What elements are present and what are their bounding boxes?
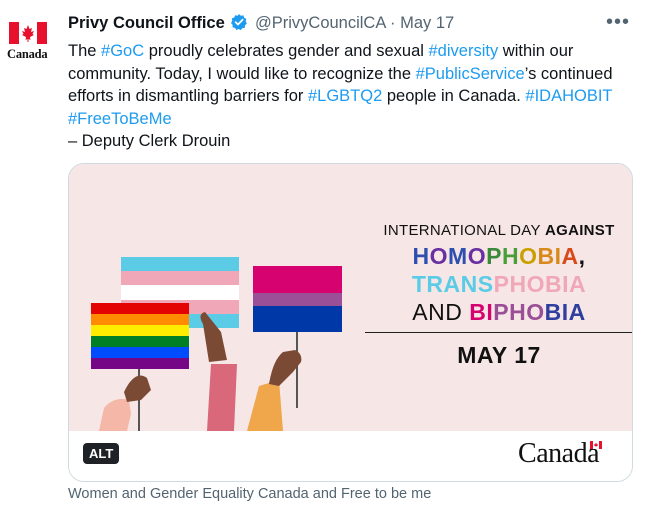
poster-letter: P	[486, 243, 502, 269]
tweet-date[interactable]: May 17	[400, 14, 454, 32]
poster-letter: I	[562, 271, 570, 297]
media-caption[interactable]: Women and Gender Equality Canada and Fre…	[68, 486, 431, 502]
tweet-text: The #GoC proudly celebrates gender and s…	[68, 40, 643, 153]
poster-title: INTERNATIONAL DAY AGAINST HOMOPHOBIA, TR…	[365, 222, 632, 326]
flags-illustration	[91, 257, 342, 431]
poster-letter: O	[519, 243, 538, 269]
poster-title-line1-text: INTERNATIONAL DAY	[383, 222, 545, 239]
poster-letter: A	[561, 243, 579, 269]
poster-letter: B	[545, 271, 563, 297]
poster-letter: A	[443, 271, 461, 297]
user-handle[interactable]: @PrivyCouncilCA	[255, 14, 385, 32]
card-footer: ALT Canada	[69, 431, 632, 481]
poster-letter: R	[426, 271, 444, 297]
poster-letter: N	[460, 271, 478, 297]
poster-date: MAY 17	[457, 342, 541, 368]
hashtag-lgbtq2[interactable]: #LGBTQ2	[308, 87, 382, 105]
poster-letter: H	[412, 243, 430, 269]
poster-letter: H	[509, 271, 527, 297]
separator-dot: ·	[390, 14, 396, 32]
hashtag-publicservice[interactable]: #PublicService	[416, 65, 525, 83]
poster-letter: I	[561, 299, 569, 325]
poster-letter: B	[544, 299, 562, 325]
poster-letter: O	[526, 271, 545, 297]
tweet-header: Privy Council Office @PrivyCouncilCA · M…	[68, 12, 630, 37]
media-image[interactable]: INTERNATIONAL DAY AGAINST HOMOPHOBIA, TR…	[69, 164, 632, 431]
display-name[interactable]: Privy Council Office	[68, 14, 225, 32]
poster-biphobia: AND BIPHOBIA	[365, 299, 632, 326]
poster-letter: M	[448, 243, 468, 269]
hashtag-freetobeme[interactable]: #FreeToBeMe	[68, 110, 172, 128]
poster-letter: P	[493, 271, 510, 297]
poster-divider	[365, 332, 632, 333]
avatar-wordmark: Canada	[7, 47, 48, 61]
poster-title-line1: INTERNATIONAL DAY AGAINST	[365, 222, 632, 239]
poster-biphobia-word: BIPHOBIA	[469, 299, 586, 325]
media-card[interactable]: INTERNATIONAL DAY AGAINST HOMOPHOBIA, TR…	[68, 163, 633, 482]
canada-flag-icon	[9, 22, 47, 44]
poster-letter: P	[493, 299, 510, 325]
poster-letter: B	[537, 243, 555, 269]
tweet-signature: – Deputy Clerk Drouin	[68, 132, 231, 150]
hashtag-goc[interactable]: #GoC	[101, 42, 144, 60]
poster-homophobia: HOMOPHOBIA,	[365, 243, 632, 270]
tweet-text-segment: The	[68, 42, 102, 60]
poster-letter: A	[569, 271, 587, 297]
canada-wordmark-flag-icon	[590, 441, 602, 449]
poster-and-word: AND	[412, 299, 470, 325]
poster-letter: O	[526, 299, 545, 325]
poster-letter: ,	[578, 243, 586, 269]
poster-letter: A	[568, 299, 586, 325]
poster-letter: O	[467, 243, 487, 269]
poster-title-line1-bold: AGAINST	[544, 222, 615, 239]
poster-letter: O	[429, 243, 449, 269]
poster-letter: H	[501, 243, 520, 269]
tweet-text-segment: people in Canada.	[382, 87, 526, 105]
poster-letter: T	[411, 271, 427, 297]
poster-transphobia: TRANSPHOBIA	[365, 271, 632, 298]
avatar[interactable]: Canada	[6, 22, 50, 61]
hashtag-idahobit[interactable]: #IDAHOBIT	[525, 87, 612, 105]
poster-letter: B	[469, 299, 487, 325]
poster-letter: S	[477, 271, 494, 297]
poster-letter: H	[509, 299, 527, 325]
canada-wordmark: Canada	[518, 438, 599, 469]
more-horizontal-icon[interactable]: •••	[606, 12, 630, 32]
alt-text-button[interactable]: ALT	[83, 443, 120, 464]
hashtag-diversity[interactable]: #diversity	[429, 42, 499, 60]
tweet-text-segment: proudly celebrates gender and sexual	[144, 42, 429, 60]
verified-badge-icon	[231, 14, 248, 31]
